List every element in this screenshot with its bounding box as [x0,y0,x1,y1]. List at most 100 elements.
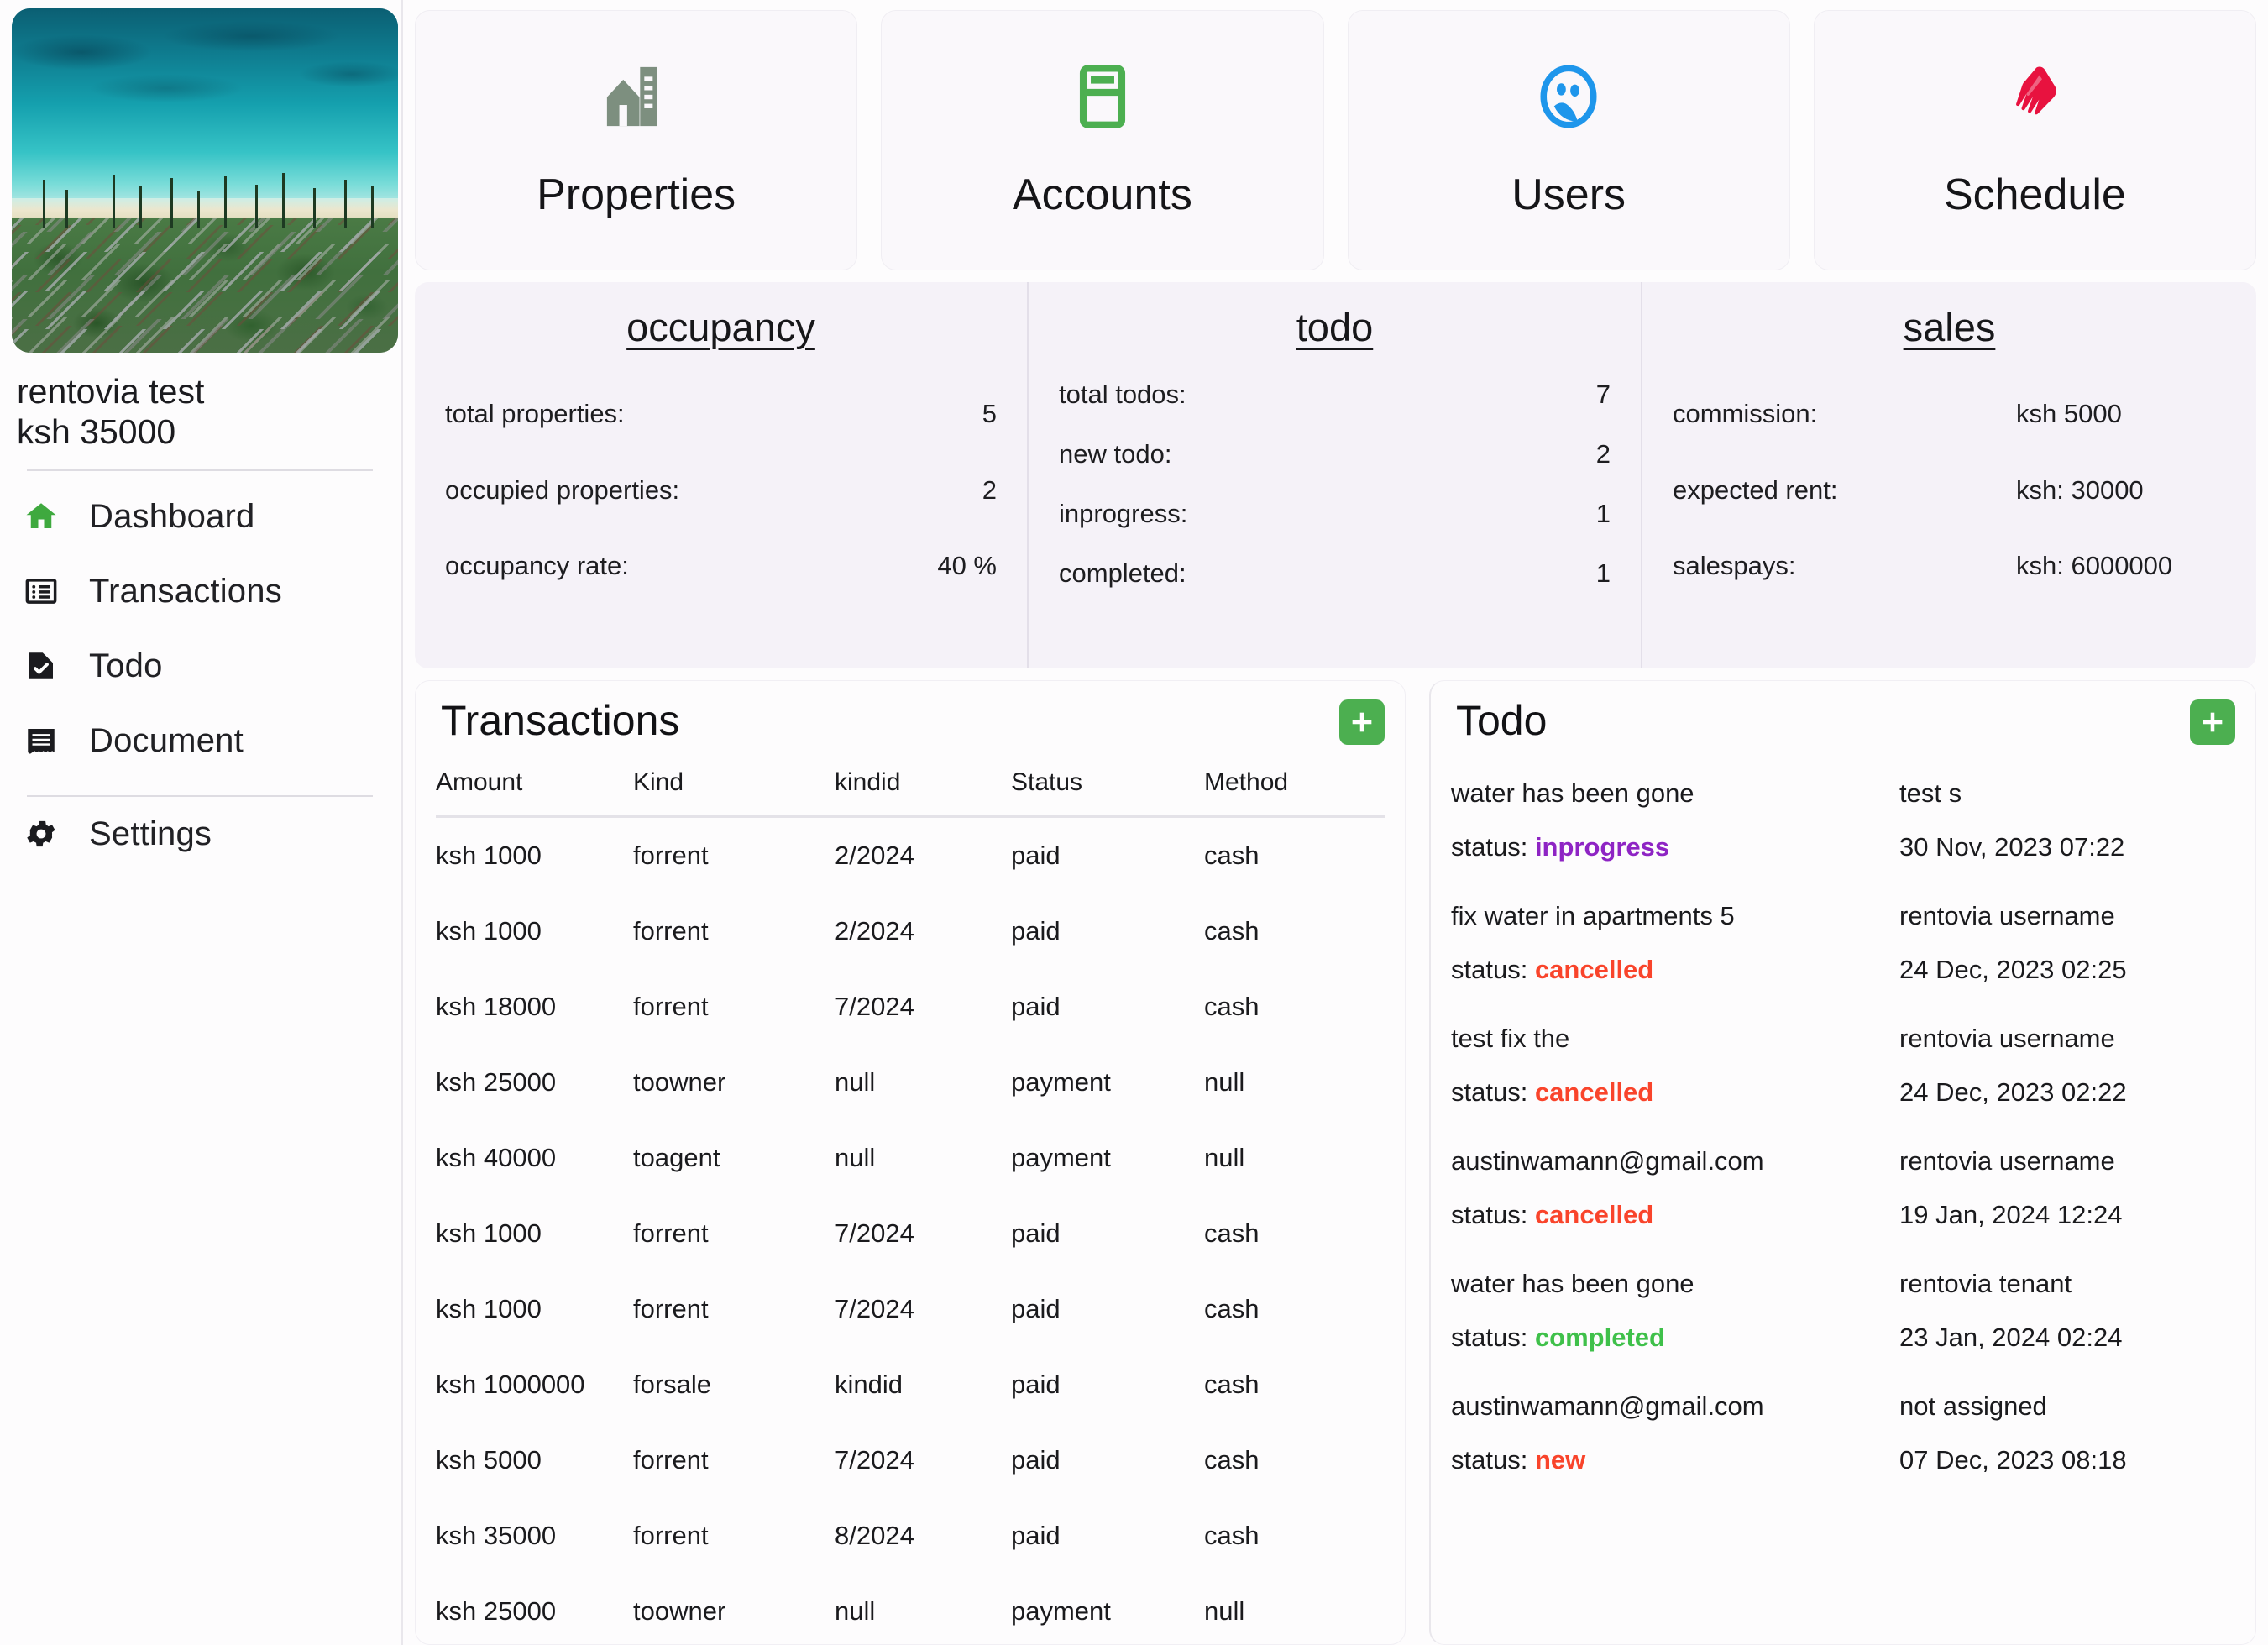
quick-card-properties[interactable]: Properties [415,10,858,270]
cell-amount: ksh 1000 [436,1218,542,1248]
cell-method: cash [1204,1218,1260,1248]
stat-rows: commission: ksh 5000 expected rent: ksh:… [1673,354,2226,652]
sidebar-item-label: Settings [89,815,212,852]
cell-status: paid [1011,1370,1061,1399]
cell-method: cash [1204,1521,1260,1550]
cell-kindid: null [835,1067,876,1097]
todo-item-date: 24 Dec, 2023 02:25 [1899,955,2127,984]
todo-item-date: 23 Jan, 2024 02:24 [1899,1323,2123,1352]
stat-panel-title: todo [1296,305,1374,349]
todo-item-top-line: water has been gone test s [1451,778,2235,809]
column-header-kind: Kind [633,768,835,818]
table-row[interactable]: ksh 18000 forrent 7/2024 paid cash [436,969,1385,1045]
status-badge: cancelled [1534,955,1654,984]
cell-kind: toowner [633,1067,726,1097]
handshake-icon [1998,60,2071,133]
cell-method: cash [1204,992,1260,1021]
table-row[interactable]: ksh 40000 toagent null payment null [436,1120,1385,1196]
cell-kind: forrent [633,1445,709,1475]
cell-amount: ksh 1000 [436,1294,542,1323]
todo-title: Todo [1456,697,1548,744]
add-transaction-button[interactable] [1339,699,1385,745]
stat-key: total todos: [1059,380,1186,409]
cell-method: null [1204,1596,1245,1626]
todo-item-date: 07 Dec, 2023 08:18 [1899,1445,2127,1475]
table-row[interactable]: ksh 1000 forrent 7/2024 paid cash [436,1271,1385,1347]
cell-kind: forrent [633,1294,709,1323]
todo-item-top-line: fix water in apartments 5 rentovia userna… [1451,901,2235,931]
table-row[interactable]: ksh 5000 forrent 7/2024 paid cash [436,1422,1385,1498]
profile-name: rentovia test [17,372,205,411]
todo-item-assignee: rentovia username [1899,1146,2115,1176]
cell-kind: toagent [633,1143,720,1172]
stat-value: 2 [1595,439,1611,469]
cell-status: paid [1011,1521,1061,1550]
todo-list-item[interactable]: test fix the rentovia username status: can… [1451,1024,2235,1108]
cell-kind: forrent [633,841,709,870]
sidebar-item-label: Transactions [89,572,282,610]
table-row[interactable]: ksh 1000 forrent 2/2024 paid cash [436,817,1385,894]
cell-method: cash [1204,1370,1260,1399]
stat-value: 1 [1595,558,1611,588]
cell-method: cash [1204,1445,1260,1475]
gear-icon [24,816,59,851]
todo-item-date: 19 Jan, 2024 12:24 [1899,1200,2123,1229]
table-row[interactable]: ksh 1000000 forsale kindid paid cash [436,1347,1385,1422]
table-row[interactable]: ksh 35000 forrent 8/2024 paid cash [436,1498,1385,1574]
table-row[interactable]: ksh 1000 forrent 2/2024 paid cash [436,893,1385,969]
quick-card-accounts[interactable]: Accounts [881,10,1324,270]
sidebar-item-dashboard[interactable]: Dashboard [12,479,390,554]
todo-list-item[interactable]: fix water in apartments 5 rentovia userna… [1451,901,2235,985]
stat-value: 5 [982,399,997,429]
table-row[interactable]: ksh 25000 toowner null payment null [436,1574,1385,1644]
todo-item-title: water has been gone [1451,1269,1694,1298]
cell-amount: ksh 1000 [436,841,542,870]
status-badge: cancelled [1534,1077,1654,1107]
transactions-panel: Transactions Amount Kind kindid Status M… [415,680,1406,1645]
transactions-table: Amount Kind kindid Status Method ksh 100… [436,768,1385,1644]
cell-amount: ksh 25000 [436,1067,557,1097]
sidebar-item-settings[interactable]: Settings [12,797,390,872]
cell-kindid: 2/2024 [835,841,914,870]
quick-card-users[interactable]: Users [1347,10,1790,270]
table-row[interactable]: ksh 25000 toowner null payment null [436,1045,1385,1120]
stat-value: 1 [1595,499,1611,528]
cell-method: cash [1204,841,1260,870]
cell-status: paid [1011,841,1061,870]
app-root: rentovia test ksh 35000 Dashboard Transa… [0,0,2268,1645]
cell-kindid: null [835,1596,876,1626]
todo-list-item[interactable]: water has been gone test s status: inprogr… [1451,778,2235,862]
todo-list: water has been gone test s status: inprogr… [1451,778,2235,1475]
todo-item-assignee: rentovia username [1899,901,2115,930]
todo-list-item[interactable]: water has been gone rentovia tenant status… [1451,1269,2235,1353]
cell-kindid: 7/2024 [835,1294,914,1323]
profile-rent: ksh 35000 [17,412,176,452]
table-row[interactable]: ksh 1000 forrent 7/2024 paid cash [436,1196,1385,1271]
todo-list-item[interactable]: austinwamann@gmail.com rentovia username s… [1451,1146,2235,1230]
cell-status: payment [1011,1143,1111,1172]
stats-strip: occupancy total properties: 5 occupied p… [415,282,2256,668]
stat-value: 40 % [937,550,997,580]
todo-item-assignee: rentovia tenant [1899,1269,2072,1298]
sidebar-item-label: Document [89,721,244,759]
property-photo [12,8,398,353]
sidebar-item-document[interactable]: Document [12,704,390,778]
cell-status: payment [1011,1596,1111,1626]
add-todo-button[interactable] [2190,699,2235,745]
sidebar-item-todo[interactable]: Todo [12,629,390,704]
plus-icon [1352,712,1372,732]
quick-card-schedule[interactable]: Schedule [1813,10,2256,270]
todo-list-item[interactable]: austinwamann@gmail.com not assigned status… [1451,1391,2235,1475]
sidebar-item-transactions[interactable]: Transactions [12,554,390,629]
todo-item-date: 24 Dec, 2023 02:22 [1899,1077,2127,1107]
cell-kindid: 8/2024 [835,1521,914,1550]
status-label: status: [1451,1200,1535,1229]
cell-kind: forsale [633,1370,712,1399]
cell-kind: toowner [633,1596,726,1626]
sidebar: rentovia test ksh 35000 Dashboard Transa… [0,0,403,1645]
quick-card-label: Users [1511,170,1626,219]
todo-item-status: status: completed [1451,1323,1665,1353]
todo-item-date: 30 Nov, 2023 07:22 [1899,832,2125,862]
todo-item-title: test fix the [1451,1024,1570,1053]
stat-key: occupied properties: [445,474,680,505]
